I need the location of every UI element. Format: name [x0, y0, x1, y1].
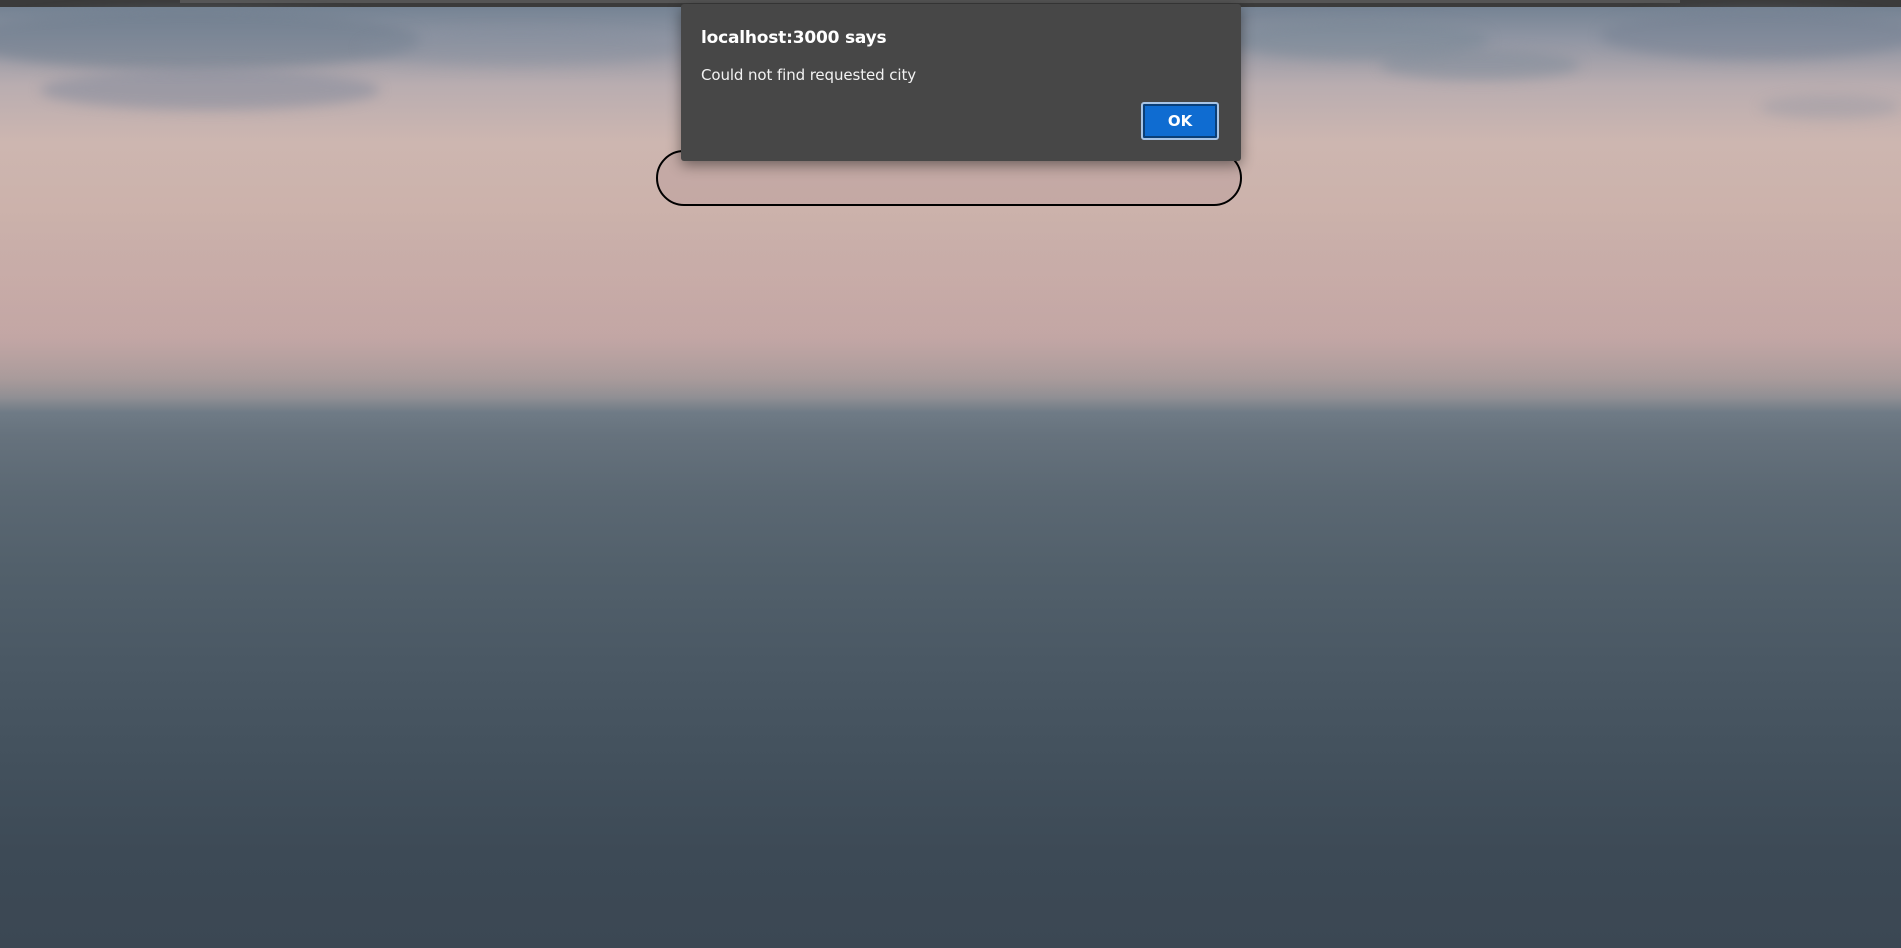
top-edge-bar-inner: [180, 0, 1680, 3]
alert-message: Could not find requested city: [701, 66, 917, 84]
weather-app-page: localhost:3000 says Could not find reque…: [0, 0, 1901, 948]
alert-title: localhost:3000 says: [701, 28, 887, 48]
alert-dialog: localhost:3000 says Could not find reque…: [681, 4, 1241, 161]
ok-button[interactable]: OK: [1141, 102, 1219, 140]
